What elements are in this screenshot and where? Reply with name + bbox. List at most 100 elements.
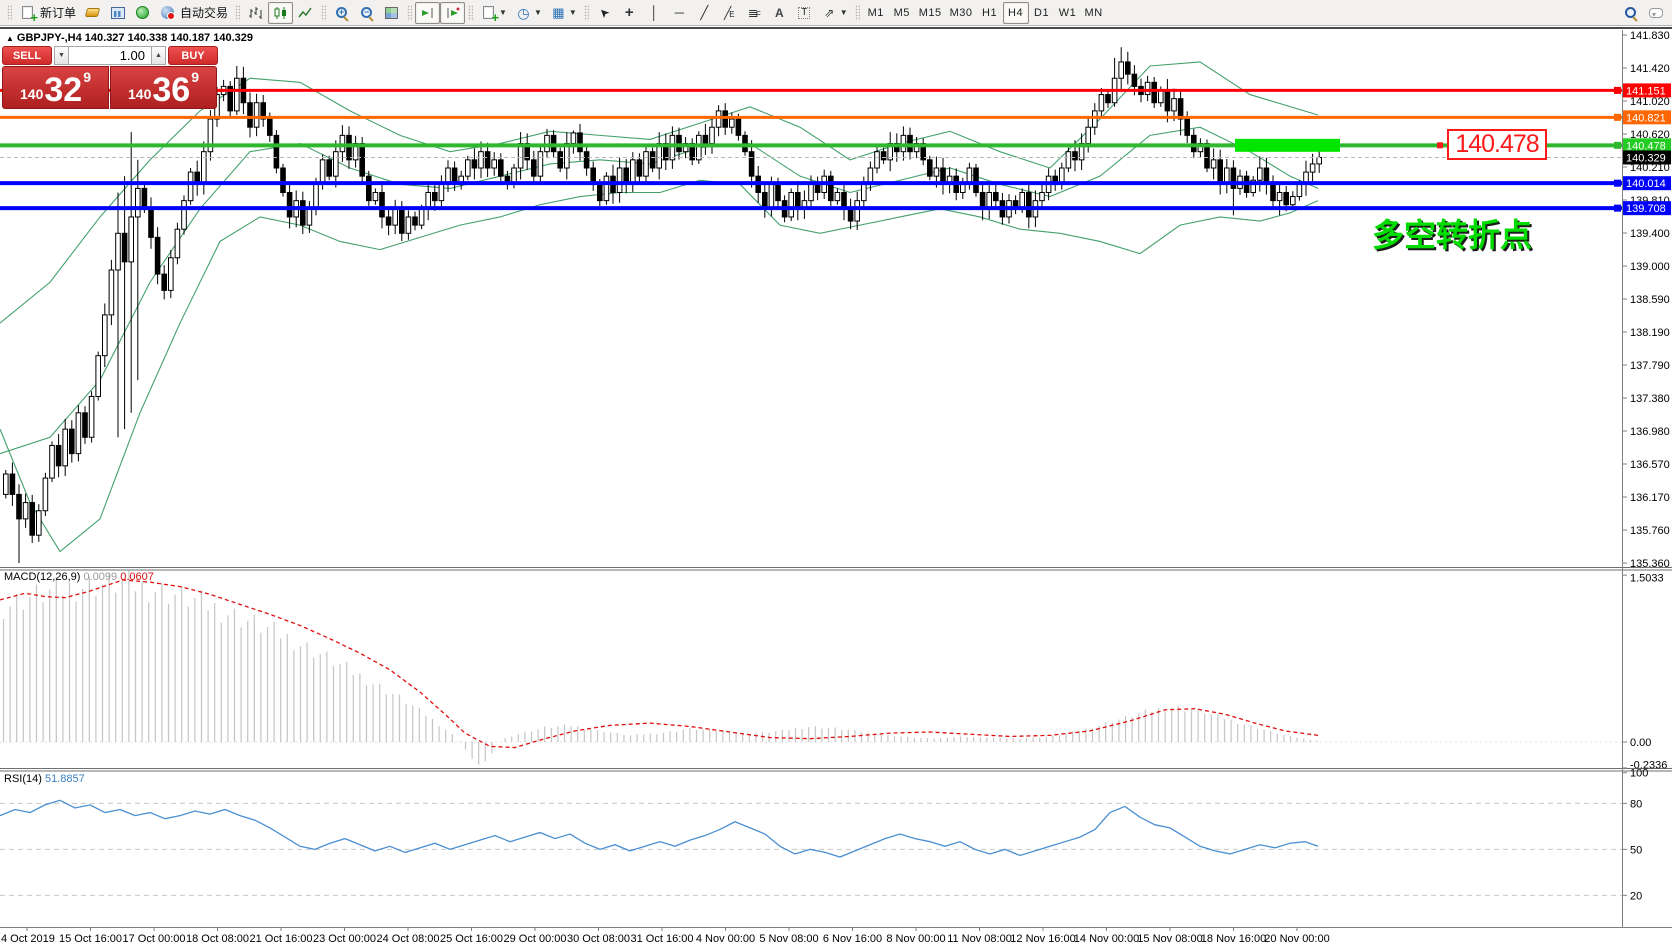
collapse-triangle-icon[interactable]: ▲: [6, 34, 14, 43]
svg-text:4 Oct 2019: 4 Oct 2019: [1, 933, 55, 945]
crosshair-button[interactable]: +: [617, 2, 642, 24]
templates-button[interactable]: ▦▼: [546, 2, 581, 24]
chart-window: 141.830141.420141.020140.620140.210139.8…: [0, 27, 1672, 949]
buy-button[interactable]: BUY: [168, 46, 218, 65]
buy-quote-button[interactable]: 140 36 9: [110, 66, 217, 109]
tf-mn-button[interactable]: MN: [1081, 2, 1107, 24]
toolbar-grip: [468, 5, 473, 21]
toolbar-grip: [235, 5, 240, 21]
tf-m1-button[interactable]: M1: [863, 2, 889, 24]
buy-price-prefix: 140: [128, 86, 151, 102]
svg-text:29 Oct 00:00: 29 Oct 00:00: [504, 933, 567, 945]
svg-text:137.790: 137.790: [1630, 360, 1670, 372]
price-callout-box[interactable]: 140.478: [1447, 129, 1547, 160]
svg-text:11 Nov 08:00: 11 Nov 08:00: [947, 933, 1012, 945]
tf-m30-button[interactable]: M30: [946, 2, 977, 24]
candle-chart-button[interactable]: [268, 2, 293, 24]
bar-chart-button[interactable]: [243, 2, 268, 24]
cursor-icon: ➤: [596, 5, 613, 21]
svg-text:15 Nov 08:00: 15 Nov 08:00: [1137, 933, 1202, 945]
indicators-button[interactable]: ▼: [476, 2, 511, 24]
svg-text:1.5033: 1.5033: [1630, 573, 1664, 585]
macd-pane: [0, 570, 1622, 765]
auto-trading-button[interactable]: 自动交易: [155, 2, 232, 24]
svg-text:139.400: 139.400: [1630, 228, 1670, 240]
rsi-indicator-label: RSI(14) 51.8857: [4, 773, 85, 785]
trendline-icon: ╱: [696, 5, 713, 21]
chevron-down-icon: ▼: [569, 8, 577, 17]
shapes-icon: ⇗: [821, 5, 838, 21]
chevron-down-icon: ▼: [499, 8, 507, 17]
vertical-line-button[interactable]: │: [642, 2, 667, 24]
volume-decrease-button[interactable]: ▼: [54, 46, 69, 65]
tf-m5-button[interactable]: M5: [889, 2, 915, 24]
svg-text:18 Oct 08:00: 18 Oct 08:00: [186, 933, 249, 945]
zoom-in-button[interactable]: +: [329, 2, 354, 24]
text-button[interactable]: A: [767, 2, 792, 24]
sell-quote-button[interactable]: 140 32 9: [2, 66, 109, 109]
horizontal-line-button[interactable]: ─: [667, 2, 692, 24]
new-order-button[interactable]: 新订单: [15, 2, 80, 24]
volume-input[interactable]: 1.00: [69, 46, 151, 65]
tf-h1-button[interactable]: H1: [977, 2, 1003, 24]
tf-d1-button[interactable]: D1: [1029, 2, 1055, 24]
macd-histogram: [4, 570, 1317, 765]
toolbar-grip: [321, 5, 326, 21]
chart-shift-button[interactable]: [440, 2, 465, 24]
toolbar-grip: [7, 5, 12, 21]
svg-text:12 Nov 16:00: 12 Nov 16:00: [1010, 933, 1075, 945]
svg-text:17 Oct 00:00: 17 Oct 00:00: [123, 933, 186, 945]
tf-h4-button[interactable]: H4: [1003, 2, 1029, 24]
periods-button[interactable]: ◷▼: [511, 2, 546, 24]
pivot-line-handle[interactable]: [1614, 142, 1621, 149]
rsi-pane: [0, 800, 1622, 895]
svg-text:136.980: 136.980: [1630, 426, 1670, 438]
auto-scroll-button[interactable]: [415, 2, 440, 24]
cursor-button[interactable]: ➤: [592, 2, 617, 24]
tf-w1-button[interactable]: W1: [1055, 2, 1081, 24]
label-button[interactable]: T: [792, 2, 817, 24]
svg-text:15 Oct 16:00: 15 Oct 16:00: [59, 933, 122, 945]
shapes-button[interactable]: ⇗▼: [817, 2, 852, 24]
resistance-line-2-handle[interactable]: [1614, 114, 1621, 121]
trendline-button[interactable]: ╱: [692, 2, 717, 24]
candle-chart-icon: [272, 5, 289, 21]
svg-text:141.151: 141.151: [1626, 85, 1666, 97]
tile-windows-button[interactable]: [379, 2, 404, 24]
tile-windows-icon: [383, 5, 400, 21]
deposit-icon-icon: [84, 5, 101, 21]
fibonacci-icon: ≣F: [746, 5, 763, 21]
zoom-in-icon: +: [333, 5, 350, 21]
chat-button[interactable]: [1643, 2, 1668, 24]
zoom-out-button[interactable]: −: [354, 2, 379, 24]
buy-price-pip: 9: [191, 69, 199, 85]
signals-button[interactable]: [130, 2, 155, 24]
deposit-icon-button[interactable]: [80, 2, 105, 24]
rsi-value: 51.8857: [45, 773, 85, 785]
macd-indicator-label: MACD(12,26,9) 0.0099 0.0607: [4, 571, 154, 583]
horizontal-line-icon: ─: [671, 5, 688, 21]
toolbar: 新订单自动交易+−▼◷▼▦▼➤+│─╱╱E≣FAT⇗▼M1M5M15M30H1H…: [0, 0, 1672, 26]
fibonacci-button[interactable]: ≣F: [742, 2, 767, 24]
symbol-ohlc-line: ▲GBPJPY-,H4 140.327 140.338 140.187 140.…: [6, 32, 253, 44]
line-chart-button[interactable]: [293, 2, 318, 24]
support-line-1-handle[interactable]: [1614, 180, 1621, 187]
chevron-down-icon: ▼: [840, 8, 848, 17]
svg-text:100: 100: [1630, 768, 1648, 780]
macd-signal-line: [0, 580, 1318, 748]
green-highlight-rectangle[interactable]: [1235, 139, 1340, 152]
support-line-2-handle[interactable]: [1614, 205, 1621, 212]
tf-m15-button[interactable]: M15: [915, 2, 946, 24]
search-button[interactable]: [1618, 2, 1643, 24]
toolbar-grip: [407, 5, 412, 21]
chart-canvas[interactable]: 141.830141.420141.020140.620140.210139.8…: [0, 29, 1672, 949]
text-icon: A: [771, 5, 788, 21]
equidistant-channel-button[interactable]: ╱E: [717, 2, 742, 24]
market-watch-button[interactable]: [105, 2, 130, 24]
svg-text:0.00: 0.00: [1630, 737, 1651, 749]
svg-text:140.014: 140.014: [1626, 178, 1666, 190]
one-click-trade-panel: SELL ▼ 1.00 ▲ BUY 140 32 9 140 36 9: [2, 46, 218, 109]
resistance-line-1-handle[interactable]: [1614, 87, 1621, 94]
sell-button[interactable]: SELL: [2, 46, 52, 65]
volume-increase-button[interactable]: ▲: [151, 46, 166, 65]
